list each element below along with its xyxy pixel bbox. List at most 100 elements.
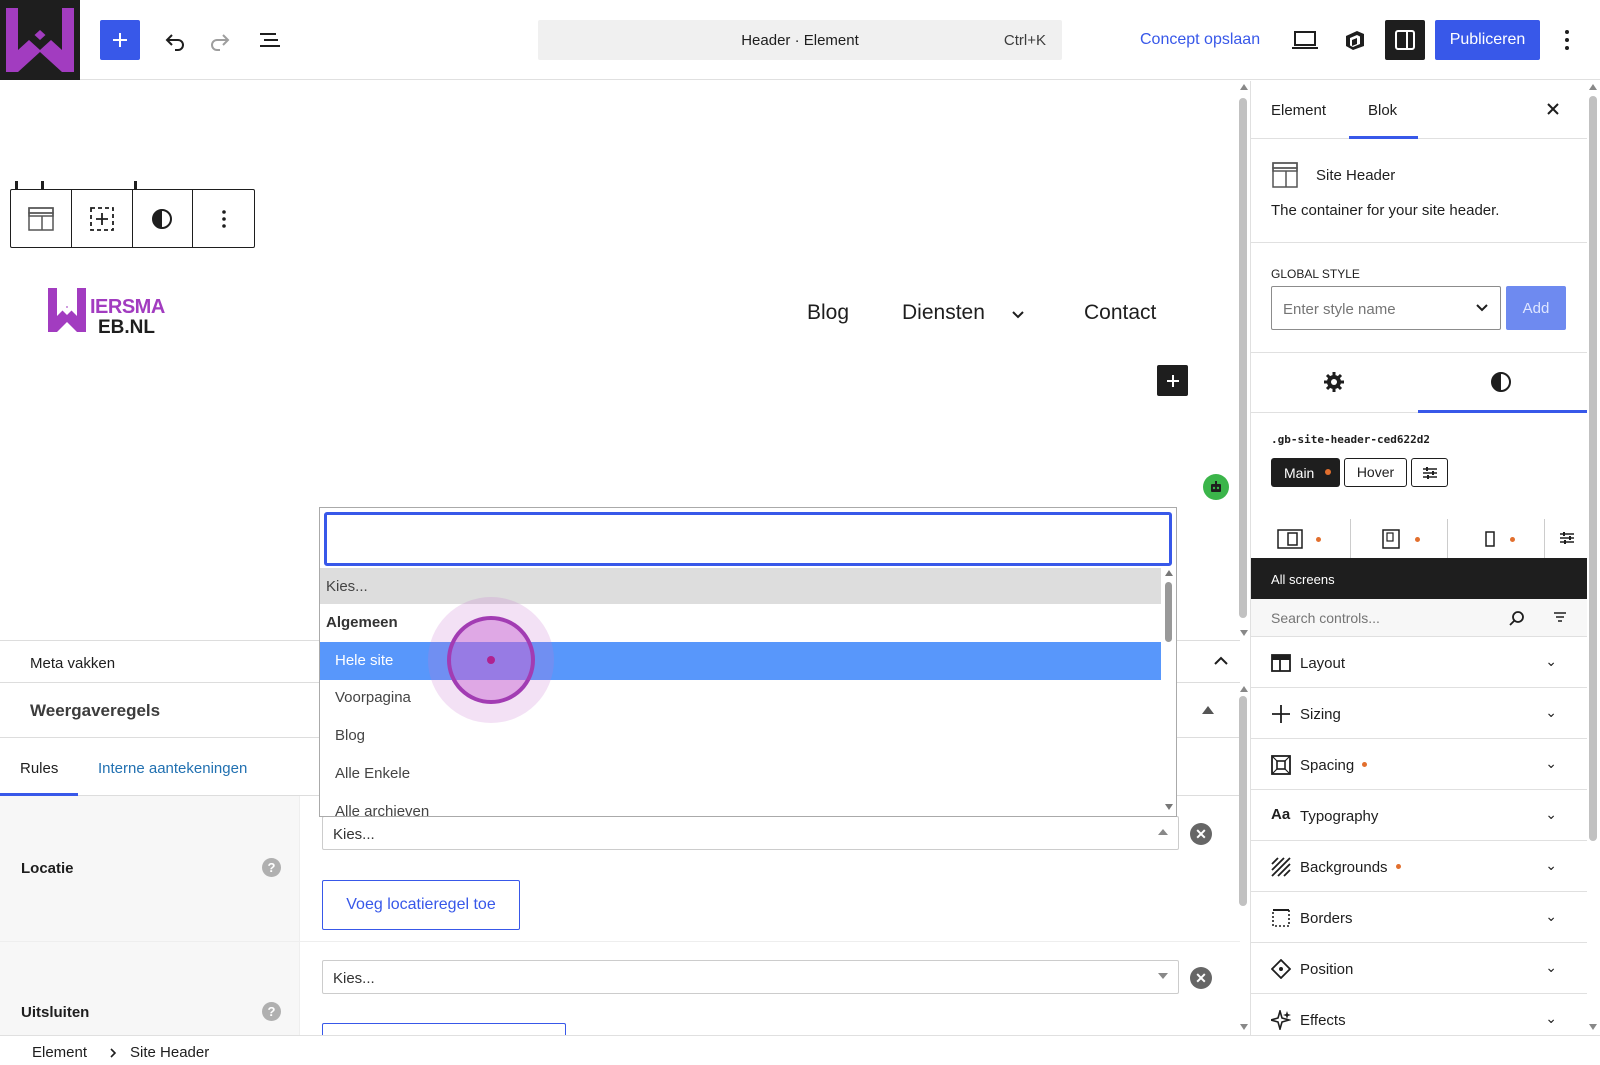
device-desktop-tab[interactable] bbox=[1251, 519, 1350, 558]
panel-label: Typography bbox=[1300, 808, 1379, 825]
add-block-button[interactable] bbox=[100, 20, 140, 60]
block-description: The container for your site header. bbox=[1271, 202, 1500, 219]
publish-button[interactable]: Publiceren bbox=[1435, 20, 1540, 60]
chevron-right-icon bbox=[110, 1048, 117, 1058]
dropdown-option[interactable]: Blog bbox=[320, 717, 1161, 755]
tab-blok[interactable]: Blok bbox=[1368, 102, 1397, 119]
meta-scrollbar[interactable] bbox=[1238, 686, 1248, 1032]
settings-sidebar: Element Blok Site Header The container f… bbox=[1250, 81, 1587, 1035]
modified-dot bbox=[1362, 762, 1367, 767]
add-location-rule-button[interactable]: Voeg locatieregel toe bbox=[322, 880, 520, 930]
filter-icon[interactable] bbox=[1553, 611, 1567, 623]
settings-sidebar-toggle[interactable] bbox=[1385, 20, 1425, 60]
sidebar-scrollbar-thumb[interactable] bbox=[1589, 96, 1597, 841]
search-controls-input[interactable] bbox=[1261, 603, 1521, 633]
help-icon[interactable]: ? bbox=[262, 858, 281, 877]
undo-icon bbox=[165, 34, 184, 51]
dropdown-scrollbar[interactable] bbox=[1163, 568, 1175, 814]
dropdown-option-label: Voorpagina bbox=[335, 689, 411, 706]
nav-item-blog[interactable]: Blog bbox=[807, 301, 849, 325]
plus-icon bbox=[113, 33, 127, 47]
breadcrumb-element[interactable]: Element bbox=[32, 1044, 87, 1061]
dropdown-option[interactable]: Alle Enkele bbox=[320, 755, 1161, 793]
dropdown-search-input[interactable] bbox=[324, 512, 1172, 566]
device-options-button[interactable] bbox=[1544, 519, 1587, 558]
location-select[interactable]: Kies... bbox=[322, 816, 1179, 850]
panel-layout[interactable]: Layout ⌄ bbox=[1251, 637, 1587, 688]
device-tablet-tab[interactable] bbox=[1350, 519, 1447, 558]
meta-scrollbar-thumb[interactable] bbox=[1239, 696, 1247, 906]
add-style-button[interactable]: Add bbox=[1506, 286, 1566, 330]
robot-icon bbox=[1211, 481, 1221, 492]
panel-sizing[interactable]: Sizing ⌄ bbox=[1251, 688, 1587, 739]
tab-internal-notes[interactable]: Interne aantekeningen bbox=[98, 760, 247, 777]
select-parent-button[interactable] bbox=[72, 190, 133, 247]
panel-borders[interactable]: Borders ⌄ bbox=[1251, 892, 1587, 943]
chevron-down-icon: ⌄ bbox=[1545, 653, 1557, 669]
save-draft-button[interactable]: Concept opslaan bbox=[1140, 31, 1260, 49]
sidebar-icon bbox=[1395, 30, 1415, 50]
typography-icon: Aa bbox=[1271, 806, 1291, 823]
search-icon[interactable] bbox=[1509, 610, 1525, 626]
dropdown-scrollbar-thumb[interactable] bbox=[1165, 582, 1172, 642]
redo-button[interactable] bbox=[200, 20, 240, 60]
gear-icon[interactable] bbox=[1323, 371, 1345, 393]
state-options-button[interactable] bbox=[1411, 458, 1448, 487]
panel-backgrounds[interactable]: Backgrounds ⌄ bbox=[1251, 841, 1587, 892]
w-logo-icon bbox=[0, 0, 80, 80]
generateblocks-icon bbox=[1346, 31, 1364, 50]
panel-position[interactable]: Position ⌄ bbox=[1251, 943, 1587, 994]
canvas-scrollbar-thumb[interactable] bbox=[1239, 98, 1247, 618]
generateblocks-button[interactable] bbox=[1335, 20, 1375, 60]
command-shortcut: Ctrl+K bbox=[1003, 32, 1046, 49]
remove-location-rule-button[interactable]: ✕ bbox=[1190, 823, 1212, 845]
nav-item-diensten[interactable]: Diensten bbox=[902, 301, 985, 325]
plus-icon bbox=[1166, 374, 1179, 387]
block-type-button[interactable] bbox=[11, 190, 72, 247]
close-icon[interactable] bbox=[1546, 102, 1560, 116]
site-logo[interactable]: IERSMA EB.NL bbox=[46, 284, 176, 338]
assistant-robot-button[interactable] bbox=[1203, 474, 1229, 500]
styles-button[interactable] bbox=[133, 190, 194, 247]
chevron-down-icon[interactable] bbox=[1011, 310, 1025, 320]
dropdown-option[interactable]: Alle archieven bbox=[320, 793, 1161, 816]
command-palette-button[interactable]: Header · Element Ctrl+K bbox=[538, 20, 1062, 60]
panel-label: Borders bbox=[1300, 910, 1353, 927]
panel-spacing[interactable]: Spacing ⌄ bbox=[1251, 739, 1587, 790]
state-main-button[interactable]: Main bbox=[1271, 458, 1340, 487]
tab-element[interactable]: Element bbox=[1271, 102, 1326, 119]
dropdown-option-placeholder[interactable]: Kies... bbox=[320, 568, 1161, 604]
canvas-scrollbar[interactable] bbox=[1238, 84, 1248, 638]
exclude-select[interactable]: Kies... bbox=[322, 960, 1179, 994]
preview-button[interactable] bbox=[1285, 20, 1325, 60]
block-inserter-button[interactable] bbox=[1157, 365, 1188, 396]
chevron-down-icon: ⌄ bbox=[1545, 1010, 1557, 1026]
site-logo-button[interactable] bbox=[0, 0, 80, 80]
tab-rules[interactable]: Rules bbox=[20, 760, 58, 777]
remove-exclude-rule-button[interactable]: ✕ bbox=[1190, 967, 1212, 989]
borders-icon bbox=[1272, 909, 1290, 927]
desktop-device-icon bbox=[1277, 529, 1303, 549]
document-overview-button[interactable] bbox=[250, 20, 290, 60]
block-toolbar bbox=[10, 189, 255, 248]
sidebar-scrollbar[interactable] bbox=[1588, 84, 1598, 1034]
collapse-triangle-icon[interactable] bbox=[1202, 706, 1214, 714]
block-options-button[interactable] bbox=[193, 190, 254, 247]
panel-typography[interactable]: Aa Typography ⌄ bbox=[1251, 790, 1587, 841]
chevron-down-icon: ⌄ bbox=[1545, 959, 1557, 975]
chevron-up-icon[interactable] bbox=[1213, 655, 1229, 667]
contrast-icon[interactable] bbox=[1490, 371, 1512, 393]
state-hover-button[interactable]: Hover bbox=[1344, 458, 1407, 487]
breadcrumb-site-header[interactable]: Site Header bbox=[130, 1044, 209, 1061]
help-icon[interactable]: ? bbox=[262, 1002, 281, 1021]
style-name-select[interactable]: Enter style name bbox=[1271, 286, 1501, 330]
contrast-icon bbox=[152, 208, 173, 229]
undo-button[interactable] bbox=[155, 20, 195, 60]
device-mobile-tab[interactable] bbox=[1447, 519, 1544, 558]
command-title: Header · Element bbox=[741, 32, 859, 49]
nav-item-contact[interactable]: Contact bbox=[1084, 301, 1156, 325]
exclude-select-value: Kies... bbox=[333, 970, 375, 987]
style-name-placeholder: Enter style name bbox=[1283, 301, 1396, 318]
options-button[interactable] bbox=[1552, 20, 1582, 60]
logo-text-line1: IERSMA bbox=[90, 296, 165, 318]
